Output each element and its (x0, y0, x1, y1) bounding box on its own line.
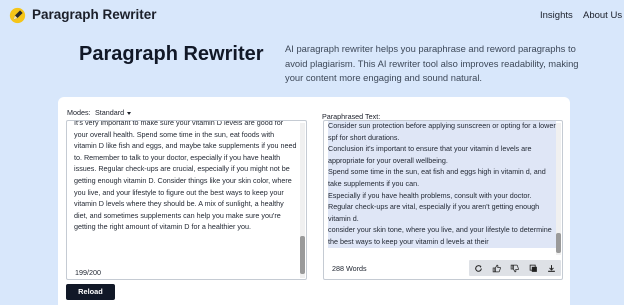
download-button[interactable] (543, 260, 561, 276)
output-sentence[interactable]: Consider sun protection before applying … (328, 121, 556, 144)
mode-selected-value: Standard (95, 108, 125, 117)
download-icon (548, 264, 556, 272)
mode-dropdown[interactable]: Standard (95, 108, 132, 117)
top-nav: Paragraph Rewriter Insights About Us (0, 0, 624, 32)
input-scrollbar-thumb[interactable] (300, 236, 305, 274)
refresh-icon (474, 264, 482, 272)
page-title: Paragraph Rewriter (79, 43, 264, 65)
dislike-button[interactable] (506, 260, 524, 276)
input-text[interactable]: It's very important to make sure your vi… (74, 121, 298, 233)
output-sentence[interactable]: Especially if you have health problems, … (328, 189, 556, 202)
output-toolbar (469, 260, 561, 276)
output-sentence[interactable]: Conclusion it's important to ensure that… (328, 143, 556, 167)
copy-icon (529, 264, 537, 272)
output-text: Consider sun protection before applying … (328, 121, 556, 248)
thumbs-up-icon (492, 264, 501, 272)
output-scrollbar-thumb[interactable] (556, 233, 561, 253)
character-counter: 199/200 (75, 268, 101, 277)
page-description: AI paragraph rewriter helps you paraphra… (285, 43, 579, 84)
output-panel: Consider sun protection before applying … (323, 120, 563, 280)
chevron-down-icon (127, 111, 132, 115)
output-sentence[interactable]: Regular check-ups are vital, especially … (328, 201, 556, 225)
modes-label: Modes: (67, 108, 91, 117)
word-count: 288 Words (332, 264, 367, 273)
reload-button[interactable]: Reload (66, 284, 115, 300)
refresh-button[interactable] (469, 260, 487, 276)
input-textarea[interactable]: It's very important to make sure your vi… (66, 120, 307, 280)
brand-title[interactable]: Paragraph Rewriter (32, 7, 157, 22)
nav-link-about-us[interactable]: About Us (583, 10, 622, 21)
nav-link-insights[interactable]: Insights (540, 10, 573, 21)
like-button[interactable] (487, 260, 505, 276)
thumbs-down-icon (511, 264, 520, 272)
copy-button[interactable] (524, 260, 542, 276)
output-sentence[interactable]: consider your skin tone, where you live,… (328, 224, 556, 248)
output-sentence[interactable]: Spend some time in the sun, eat fish and… (328, 166, 556, 190)
pencil-logo-icon (9, 7, 26, 24)
